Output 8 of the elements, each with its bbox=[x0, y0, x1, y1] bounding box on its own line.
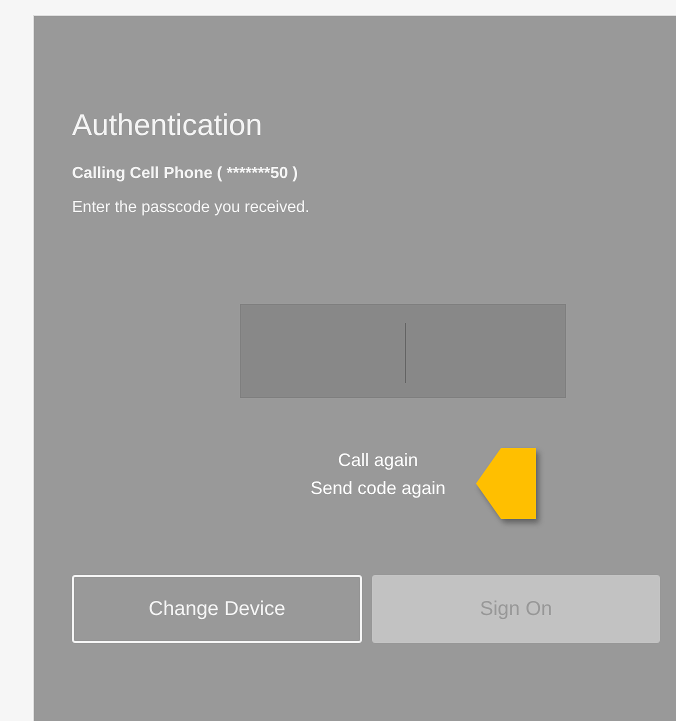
change-device-button[interactable]: Change Device bbox=[72, 575, 362, 643]
calling-text: Calling Cell Phone ( *******50 ) bbox=[72, 164, 298, 184]
resend-link[interactable]: Send code again bbox=[310, 474, 446, 502]
passcode-field[interactable] bbox=[240, 304, 566, 398]
resend-link[interactable]: Call again bbox=[338, 446, 418, 474]
title: Authentication bbox=[72, 108, 264, 144]
pointer-arrow-icon bbox=[476, 448, 536, 519]
instruction-text: Enter the passcode you received. bbox=[72, 198, 310, 218]
